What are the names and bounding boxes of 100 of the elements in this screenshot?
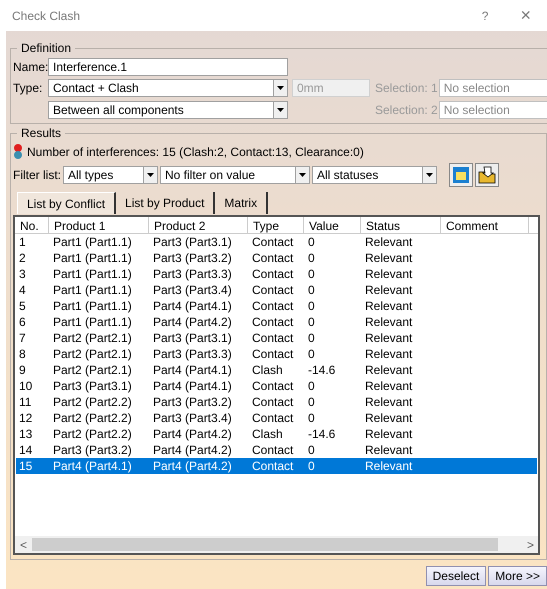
table-cell-text: Part2 (Part2.2)	[52, 394, 133, 411]
column-header[interactable]: Comment	[441, 217, 529, 233]
filter-dropdown[interactable]: All statuses	[312, 166, 437, 184]
table-cell-text: Clash	[251, 362, 284, 379]
dialog-button[interactable]: Deselect	[426, 566, 486, 586]
type-dropdown[interactable]: Contact + Clash	[48, 79, 288, 97]
table-row[interactable]: 4 Part1 (Part1.1) Part3 (Part3.4) Contact 0 Relevant	[16, 282, 537, 298]
filter-dropdown[interactable]: All types	[63, 166, 158, 184]
filter-dropdown[interactable]: No filter on value	[160, 166, 310, 184]
selection-field[interactable]: No selection	[438, 79, 547, 97]
table-row[interactable]: 2 Part1 (Part1.1) Part3 (Part3.2) Contact 0 Relevant	[16, 250, 537, 266]
table-cell-text: 10	[18, 378, 34, 395]
column-header[interactable]: No.	[15, 217, 49, 233]
table-cell-text: 8	[18, 346, 27, 363]
table-row[interactable]: 9 Part2 (Part2.1) Part4 (Part4.1) Clash -14.6 Relevant	[16, 362, 537, 378]
selection-field[interactable]: No selection	[438, 101, 547, 119]
table-cell-text: Relevant	[364, 330, 414, 347]
table-cell-text: Part4 (Part4.1)	[152, 362, 233, 379]
scrollbar-thumb[interactable]	[32, 538, 498, 551]
table-cell-text: 4	[18, 282, 27, 299]
table-cell-text: Part2 (Part2.1)	[52, 362, 133, 379]
field-label: Type:	[13, 80, 44, 97]
table-cell-text: Contact	[251, 282, 294, 299]
table-cell-text: Relevant	[364, 426, 414, 443]
table-cell-text: 9	[18, 362, 27, 379]
export-folder-icon[interactable]	[475, 163, 499, 187]
window-title: Check Clash	[12, 8, 80, 24]
table-row[interactable]: 6 Part1 (Part1.1) Part4 (Part4.2) Contact 0 Relevant	[16, 314, 537, 330]
table-cell-text: 0	[307, 282, 316, 299]
scroll-right-button[interactable]: >	[498, 536, 538, 554]
table-cell-text: 0	[307, 442, 316, 459]
table-row[interactable]: 3 Part1 (Part1.1) Part3 (Part3.3) Contact 0 Relevant	[16, 266, 537, 282]
table-cell-text: -14.6	[307, 426, 336, 443]
table-cell-text: -14.6	[307, 362, 336, 379]
table-cell-text: Part3 (Part3.1)	[52, 378, 133, 395]
table-cell-text: Relevant	[364, 442, 414, 459]
table-cell-text: Contact	[251, 250, 294, 267]
table-cell-text: 6	[18, 314, 27, 331]
table-cell-text: 0	[307, 298, 316, 315]
table-cell-text: 0	[307, 346, 316, 363]
table-row[interactable]: 11 Part2 (Part2.2) Part3 (Part3.2) Contact 0 Relevant	[16, 394, 537, 410]
column-header[interactable]: Product 1	[49, 217, 149, 233]
window-icon[interactable]	[449, 163, 473, 187]
table-cell-text: 0	[307, 394, 316, 411]
table-row[interactable]: 10 Part3 (Part3.1) Part4 (Part4.1) Contact 0 Relevant	[16, 378, 537, 394]
table-cell-text: Part4 (Part4.1)	[152, 378, 233, 395]
table-cell-text: Contact	[251, 458, 294, 475]
table-cell-text: Relevant	[364, 298, 414, 315]
table-cell-text: 3	[18, 266, 27, 283]
table-cell-text: 0	[307, 234, 316, 251]
table-cell-text: Part1 (Part1.1)	[52, 234, 133, 251]
table-cell-text: Contact	[251, 314, 294, 331]
table-row[interactable]: 8 Part2 (Part2.1) Part3 (Part3.3) Contact 0 Relevant	[16, 346, 537, 362]
table-row[interactable]: 1 Part1 (Part1.1) Part3 (Part3.1) Contact 0 Relevant	[16, 234, 537, 250]
table-cell-text: Part3 (Part3.4)	[152, 282, 233, 299]
traffic-light-icon	[13, 144, 23, 160]
tab[interactable]: List by Conflict	[17, 192, 116, 214]
table-row[interactable]: 15 Part4 (Part4.1) Part4 (Part4.2) Contact 0 Relevant	[16, 458, 537, 474]
close-button[interactable]: ×	[520, 2, 531, 29]
table-cell-text: Contact	[251, 346, 294, 363]
table-cell-text: 0	[307, 266, 316, 283]
column-header[interactable]: Value	[304, 217, 361, 233]
dialog-button[interactable]: More >>	[488, 566, 547, 586]
column-header[interactable]: Type	[248, 217, 304, 233]
table-row[interactable]: 13 Part2 (Part2.2) Part4 (Part4.2) Clash -14.6 Relevant	[16, 426, 537, 442]
column-header[interactable]: Status	[361, 217, 441, 233]
table-cell-text: Part3 (Part3.2)	[152, 250, 233, 267]
table-cell-text: Contact	[251, 394, 294, 411]
interference-summary: Number of interferences: 15 (Clash:2, Contact:13, Clearance:0)	[27, 144, 364, 161]
group-title: Definition	[20, 40, 72, 57]
table-row[interactable]: 14 Part3 (Part3.2) Part4 (Part4.2) Contact 0 Relevant	[16, 442, 537, 458]
table-cell-text: Relevant	[364, 394, 414, 411]
column-header[interactable]: Product 2	[149, 217, 248, 233]
table-cell-text: 1	[18, 234, 27, 251]
table-cell-text: Relevant	[364, 346, 414, 363]
help-button[interactable]: ?	[482, 6, 488, 24]
table-cell-text: Relevant	[364, 362, 414, 379]
scope-dropdown[interactable]: Between all components	[48, 101, 288, 119]
table-row[interactable]: 5 Part1 (Part1.1) Part4 (Part4.1) Contact 0 Relevant	[16, 298, 537, 314]
table-cell-text: Part3 (Part3.4)	[152, 410, 233, 427]
selection-label: Selection: 1	[375, 80, 438, 97]
table-row[interactable]: 12 Part2 (Part2.2) Part3 (Part3.4) Contact 0 Relevant	[16, 410, 537, 426]
table-cell-text: Contact	[251, 378, 294, 395]
table-cell-text: 0	[307, 330, 316, 347]
table-cell-text: Part3 (Part3.3)	[152, 266, 233, 283]
table-cell-text: 2	[18, 250, 27, 267]
scroll-left-button[interactable]: <	[15, 536, 32, 554]
table-cell-text: Part4 (Part4.2)	[152, 426, 233, 443]
table-cell-text: 12	[18, 410, 34, 427]
table-cell-text: Contact	[251, 330, 294, 347]
table-cell-text: 5	[18, 298, 27, 315]
table-cell-text: 0	[307, 410, 316, 427]
table-row[interactable]: 7 Part2 (Part2.1) Part3 (Part3.1) Contact 0 Relevant	[16, 330, 537, 346]
name-field[interactable]: Interference.1	[48, 58, 288, 76]
table-cell-text: Part3 (Part3.3)	[152, 346, 233, 363]
table-cell-text: Relevant	[364, 458, 414, 475]
table-cell-text: Clash	[251, 426, 284, 443]
table-cell-text: Part4 (Part4.1)	[52, 458, 133, 475]
table-cell-text: 13	[18, 426, 34, 443]
table-cell-text: Part1 (Part1.1)	[52, 298, 133, 315]
